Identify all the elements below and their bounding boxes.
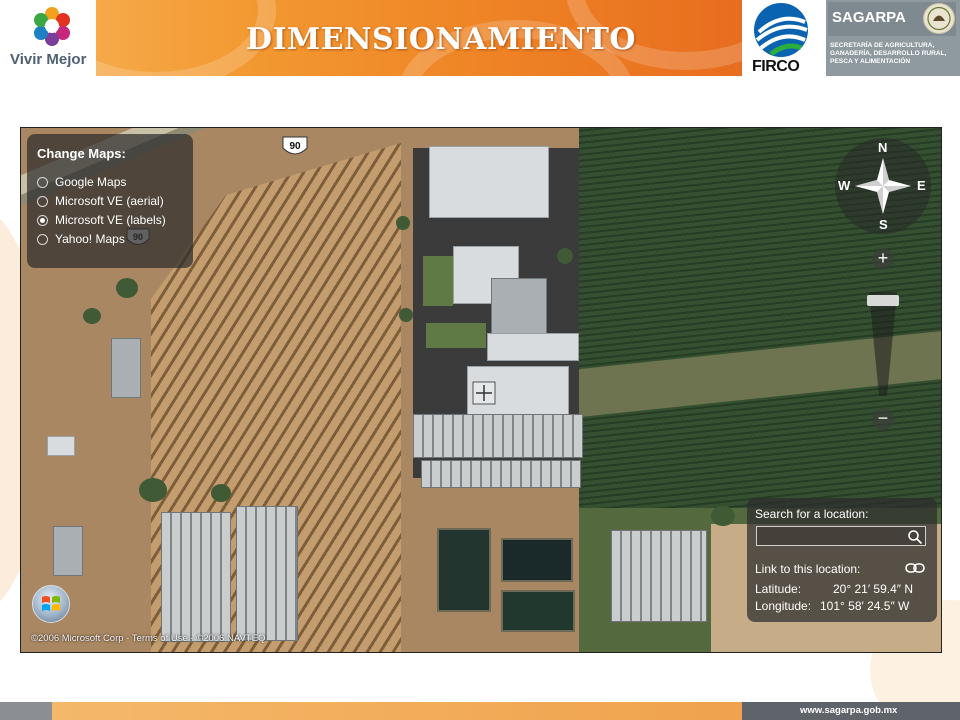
longitude-label: Longitude: xyxy=(755,599,812,613)
footer-bar-grey xyxy=(0,702,52,720)
building-roof xyxy=(487,333,579,361)
tree xyxy=(139,478,167,502)
tree xyxy=(211,484,231,502)
firco-logo: FIRCO xyxy=(744,0,818,78)
building-roof xyxy=(429,146,549,218)
flower-icon xyxy=(34,7,70,46)
map-option-yahoo[interactable]: Yahoo! Maps xyxy=(37,231,125,247)
map-option-ve-aerial[interactable]: Microsoft VE (aerial) xyxy=(37,193,164,209)
windows-logo-icon xyxy=(32,585,70,623)
map-option-label: Microsoft VE (labels) xyxy=(55,213,166,227)
search-icon[interactable] xyxy=(907,529,923,545)
search-panel: Search for a location: Link to this loca… xyxy=(747,498,937,622)
warehouse-row xyxy=(421,460,581,488)
link-icon[interactable] xyxy=(905,562,925,574)
firco-text: FIRCO xyxy=(752,58,800,75)
pond xyxy=(437,528,491,612)
pond xyxy=(501,538,573,582)
sagarpa-description: SECRETARÍA DE AGRICULTURA, GANADERÍA, DE… xyxy=(830,42,947,65)
warehouse-row xyxy=(413,414,583,458)
firco-globe-icon xyxy=(754,3,808,57)
map-option-google[interactable]: Google Maps xyxy=(37,174,126,190)
compass-south[interactable]: S xyxy=(879,217,888,232)
page-title: DIMENSIONAMIENTO xyxy=(246,22,637,57)
footer: www.sagarpa.gob.mx xyxy=(0,702,960,720)
header: Vivir Mejor DIMENSIONAMIENTO FIRCO SAGAR… xyxy=(0,0,960,78)
map-copyright[interactable]: ©2006 Microsoft Corp - Terms of Use - ©2… xyxy=(31,633,265,644)
zoom-out-button[interactable]: − xyxy=(872,408,894,430)
map-option-label: Yahoo! Maps xyxy=(55,232,125,246)
pond xyxy=(501,590,575,632)
radio-button-selected[interactable] xyxy=(37,214,48,226)
map-option-ve-labels[interactable]: Microsoft VE (labels) xyxy=(37,212,166,228)
link-label: Link to this location: xyxy=(755,562,861,576)
slide: Vivir Mejor DIMENSIONAMIENTO FIRCO SAGAR… xyxy=(0,0,960,720)
satellite-map[interactable]: 90 90 Change Maps: Google Maps Microsoft… xyxy=(20,127,942,653)
compass-north[interactable]: N xyxy=(878,140,887,155)
zoom-in-button[interactable]: + xyxy=(872,248,894,270)
move-cursor-icon xyxy=(472,381,496,405)
route-shield-icon: 90 xyxy=(282,136,308,155)
vivir-mejor-logo: Vivir Mejor xyxy=(4,4,94,74)
tree xyxy=(83,308,101,324)
compass-control[interactable]: N S E W xyxy=(835,138,931,234)
title-band: DIMENSIONAMIENTO xyxy=(96,0,742,76)
tree xyxy=(396,216,410,230)
route-label: 90 xyxy=(289,141,301,152)
map-option-label: Google Maps xyxy=(55,175,127,189)
footer-bar-orange xyxy=(52,702,742,720)
warehouse-row xyxy=(161,512,231,642)
radio-button[interactable] xyxy=(37,195,48,207)
compass-east[interactable]: E xyxy=(917,178,926,193)
building-roof xyxy=(111,338,141,398)
lawn-patch xyxy=(426,323,486,348)
longitude-value: 101° 58′ 24.5″ W xyxy=(820,599,910,613)
tree xyxy=(711,506,735,526)
compass-star-icon xyxy=(855,158,911,214)
radio-button[interactable] xyxy=(37,176,48,188)
compass-west[interactable]: W xyxy=(838,178,850,193)
mexico-seal-icon xyxy=(923,3,955,34)
search-label: Search for a location: xyxy=(755,507,869,521)
vivir-mejor-text: Vivir Mejor xyxy=(10,51,87,68)
building-roof xyxy=(47,436,75,456)
warehouse-row xyxy=(611,530,707,622)
change-maps-title: Change Maps: xyxy=(37,146,126,161)
zoom-slider-handle[interactable] xyxy=(867,294,899,306)
tree xyxy=(557,248,573,264)
tree xyxy=(116,278,138,298)
sagarpa-name: SAGARPA xyxy=(832,9,906,26)
sagarpa-logo: SAGARPA SECRETARÍA DE AGRICULTURA, GANAD… xyxy=(826,0,960,76)
footer-url[interactable]: www.sagarpa.gob.mx xyxy=(800,705,897,716)
latitude-value: 20° 21′ 59.4″ N xyxy=(833,582,914,596)
change-maps-panel: Change Maps: Google Maps Microsoft VE (a… xyxy=(27,134,193,268)
tree xyxy=(399,308,413,322)
latitude-label: Latitude: xyxy=(755,582,802,596)
radio-button[interactable] xyxy=(37,233,48,245)
search-input[interactable] xyxy=(756,526,926,546)
building-roof xyxy=(53,526,83,576)
warehouse-row xyxy=(236,506,298,641)
map-option-label: Microsoft VE (aerial) xyxy=(55,194,164,208)
lawn-patch xyxy=(423,256,453,306)
